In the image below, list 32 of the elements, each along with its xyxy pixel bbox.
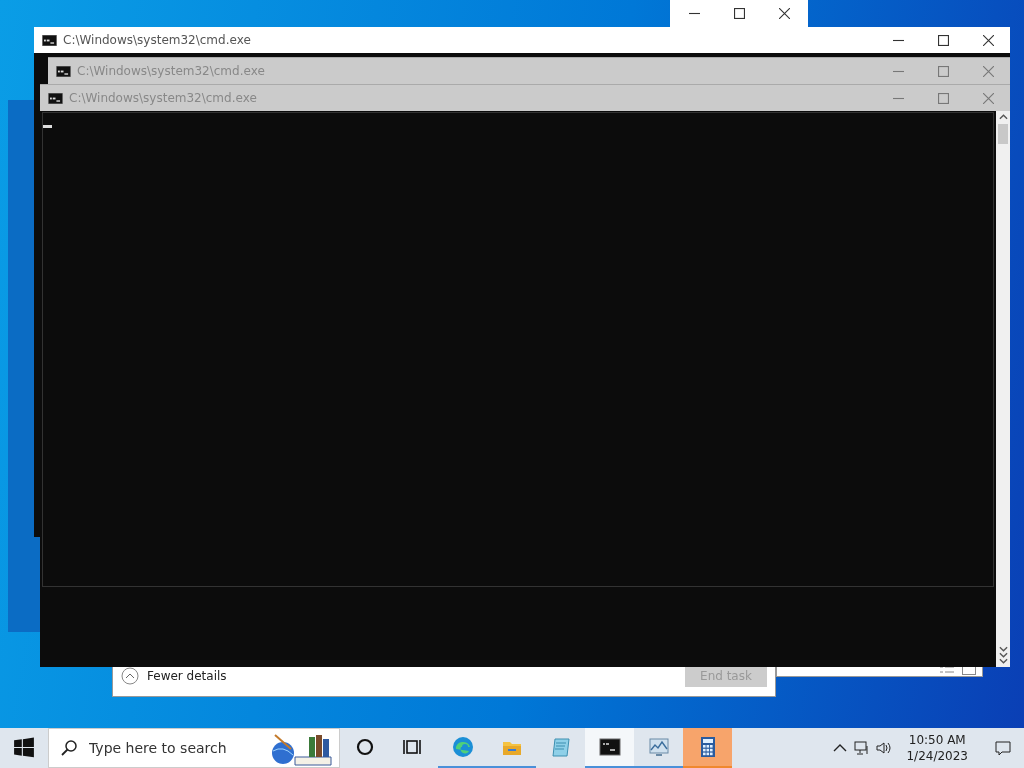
search-field[interactable]: Type here to search	[87, 739, 261, 757]
notepad-icon	[549, 736, 572, 758]
console-icon	[48, 92, 63, 104]
console-icon	[56, 65, 71, 77]
clock-date: 1/24/2023	[906, 748, 968, 764]
windows-icon	[13, 737, 35, 759]
monitor-icon	[647, 736, 670, 758]
network-icon[interactable]	[854, 740, 871, 756]
maximize-icon[interactable]	[938, 34, 949, 46]
taskbar-app-button[interactable]	[585, 728, 634, 768]
scrollbar[interactable]	[996, 111, 1010, 667]
collapse-icon[interactable]	[121, 667, 139, 685]
text-cursor	[43, 125, 52, 128]
window-title: C:\Windows\system32\cmd.exe	[69, 91, 258, 105]
maximize-icon[interactable]	[734, 8, 745, 19]
clock-time: 10:50 AM	[908, 732, 966, 748]
search-box[interactable]: Type here to search	[48, 728, 340, 768]
message-icon	[995, 740, 1011, 756]
close-icon[interactable]	[779, 8, 790, 19]
cmd-icon	[598, 736, 621, 758]
close-icon[interactable]	[983, 34, 994, 46]
volume-icon[interactable]	[876, 740, 893, 756]
console-icon	[42, 34, 57, 46]
window-title: C:\Windows\system32\cmd.exe	[77, 64, 266, 78]
tile-view-icon[interactable]	[962, 667, 976, 675]
scroll-up-icon[interactable]	[998, 114, 1008, 120]
window-title: C:\Windows\system32\cmd.exe	[63, 33, 252, 47]
search-icon	[61, 740, 77, 756]
clock[interactable]: 10:50 AM 1/24/2023	[898, 732, 976, 764]
edge-icon	[451, 736, 474, 758]
scrollbar-thumb[interactable]	[998, 124, 1008, 144]
fewer-details-link[interactable]: Fewer details	[147, 669, 677, 683]
